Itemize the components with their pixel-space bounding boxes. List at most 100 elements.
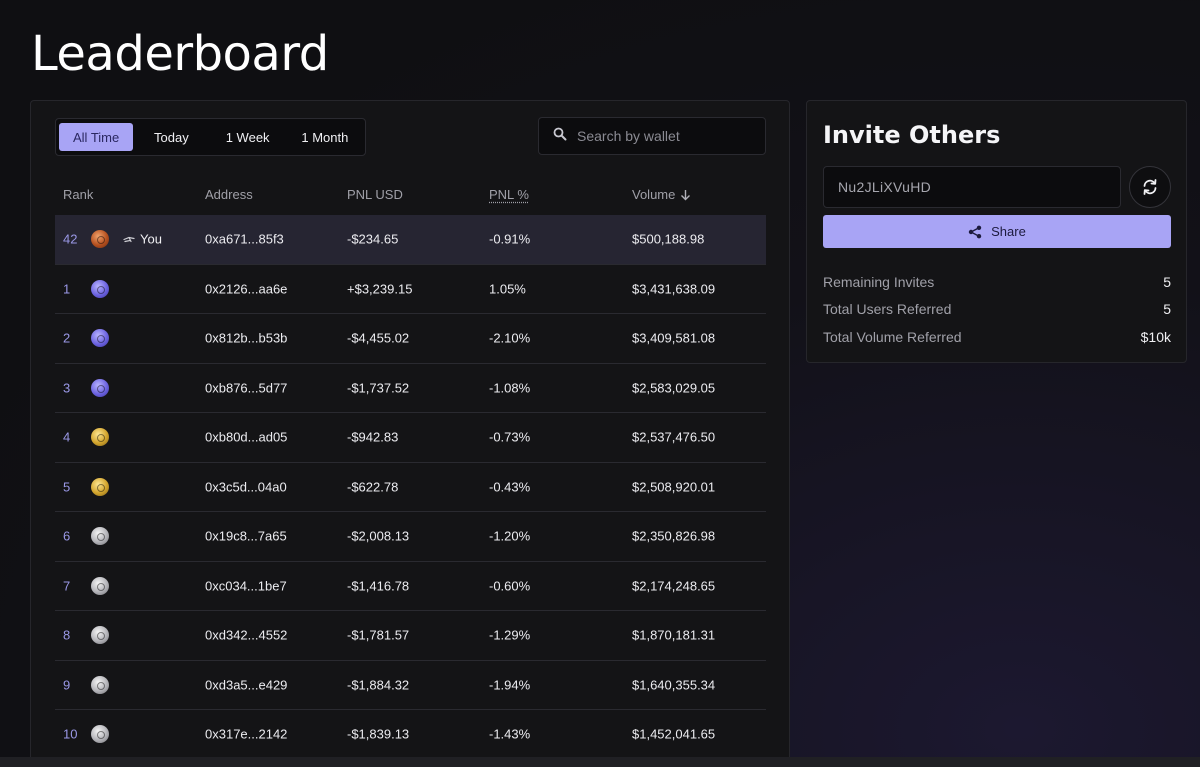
table-header: Rank Address PNL USD PNL % Volume	[55, 181, 766, 211]
rank-cell: 9	[63, 677, 71, 693]
table-row[interactable]: 5 0x3c5d...04a0 -$622.78 -0.43% $2,508,920.0…	[55, 463, 766, 512]
rank-cell: 8	[63, 627, 71, 643]
pnl-usd-cell: -$942.83	[347, 429, 399, 445]
rank-medal-icon	[91, 378, 109, 397]
table-row[interactable]: 9 0xd3a5...e429 -$1,884.32 -1.94% $1,640,355…	[55, 661, 766, 710]
rank-medal-icon	[91, 725, 109, 744]
address-cell[interactable]: 0x2126...aa6e	[205, 281, 287, 296]
volume-cell: $500,188.98	[632, 231, 705, 247]
wallet-search	[538, 117, 766, 155]
table-row[interactable]: 8 0xd342...4552 -$1,781.57 -1.29% $1,870,181…	[55, 611, 766, 661]
address-cell[interactable]: 0x317e...2142	[205, 727, 287, 742]
rank-medal-icon	[91, 626, 109, 645]
rank-cell: 10	[63, 726, 78, 742]
table-row[interactable]: 4 0xb80d...ad05 -$942.83 -0.73% $2,537,476.5…	[55, 413, 766, 463]
you-label: You	[140, 231, 162, 247]
invite-panel: Invite Others Nu2JLiXVuHD Share Remainin…	[806, 100, 1187, 363]
header-rank: Rank	[63, 187, 94, 202]
time-range-tabs: All Time Today 1 Week 1 Month	[55, 118, 366, 156]
pnl-pct-cell: -0.60%	[489, 578, 531, 594]
bottom-bar	[0, 757, 1200, 767]
pnl-pct-cell: -1.43%	[489, 726, 531, 742]
table-row[interactable]: 10 0x317e...2142 -$1,839.13 -1.43% $1,452,04…	[55, 710, 766, 760]
stat-label: Total Volume Referred	[823, 329, 962, 345]
stat-value: $10k	[1140, 329, 1171, 345]
tab-1-week[interactable]: 1 Week	[210, 123, 286, 151]
invite-title: Invite Others	[823, 121, 1001, 149]
tab-1-month[interactable]: 1 Month	[288, 123, 362, 151]
tab-all-time[interactable]: All Time	[59, 123, 134, 151]
stat-total-users-referred: Total Users Referred 5	[823, 301, 1171, 321]
tab-today[interactable]: Today	[135, 123, 207, 151]
pnl-pct-cell: -0.43%	[489, 479, 531, 495]
header-volume-sort[interactable]: Volume	[632, 187, 691, 202]
pnl-usd-cell: -$622.78	[347, 479, 399, 495]
volume-cell: $1,452,041.65	[632, 726, 716, 742]
share-label: Share	[991, 224, 1026, 239]
address-cell[interactable]: 0x19c8...7a65	[205, 529, 287, 544]
rank-cell: 6	[63, 528, 71, 544]
stat-value: 5	[1163, 274, 1171, 290]
volume-cell: $2,174,248.65	[632, 578, 716, 594]
pnl-usd-cell: -$1,416.78	[347, 578, 410, 594]
table-row[interactable]: 2 0x812b...b53b -$4,455.02 -2.10% $3,409,581…	[55, 314, 766, 364]
address-cell[interactable]: 0xc034...1be7	[205, 578, 287, 593]
address-cell[interactable]: 0xd3a5...e429	[205, 677, 287, 692]
rank-cell: 3	[63, 380, 71, 396]
rank-medal-icon	[91, 675, 109, 694]
share-icon	[968, 225, 982, 238]
pnl-pct-cell: 1.05%	[489, 281, 526, 297]
pnl-usd-cell: -$4,455.02	[347, 330, 410, 346]
pnl-usd-cell: -$1,884.32	[347, 677, 410, 693]
address-cell[interactable]: 0xb80d...ad05	[205, 430, 287, 445]
volume-cell: $2,350,826.98	[632, 528, 716, 544]
search-input[interactable]	[577, 128, 757, 144]
rank-medal-icon	[91, 230, 109, 249]
stat-remaining-invites: Remaining Invites 5	[823, 274, 1171, 294]
rank-cell: 2	[63, 330, 71, 346]
sort-arrow-down-icon	[681, 189, 691, 200]
header-pnl-usd[interactable]: PNL USD	[347, 187, 403, 202]
rank-cell: 4	[63, 429, 71, 445]
table-row[interactable]: 6 0x19c8...7a65 -$2,008.13 -1.20% $2,350,826…	[55, 512, 766, 562]
pnl-pct-cell: -1.29%	[489, 627, 531, 643]
table-row[interactable]: 3 0xb876...5d77 -$1,737.52 -1.08% $2,583,029…	[55, 364, 766, 413]
address-cell[interactable]: 0xd342...4552	[205, 628, 287, 643]
address-cell[interactable]: 0x3c5d...04a0	[205, 479, 287, 494]
leaderboard-rows: 42 You 0xa671...85f3 -$234.65 -0.91% $500,18…	[55, 215, 766, 760]
table-row[interactable]: 7 0xc034...1be7 -$1,416.78 -0.60% $2,174,248…	[55, 562, 766, 611]
invite-code-field[interactable]: Nu2JLiXVuHD	[823, 166, 1121, 208]
stat-total-volume-referred: Total Volume Referred $10k	[823, 329, 1171, 349]
header-address: Address	[205, 187, 253, 202]
rank-medal-icon	[91, 576, 109, 595]
pnl-usd-cell: -$1,737.52	[347, 380, 410, 396]
volume-cell: $2,583,029.05	[632, 380, 716, 396]
volume-cell: $3,409,581.08	[632, 330, 716, 346]
table-row-you[interactable]: 42 You 0xa671...85f3 -$234.65 -0.91% $500,18…	[55, 215, 766, 265]
pnl-pct-cell: -0.73%	[489, 429, 531, 445]
rank-cell: 1	[63, 281, 71, 297]
address-cell[interactable]: 0xb876...5d77	[205, 380, 287, 395]
pnl-usd-cell: -$1,839.13	[347, 726, 410, 742]
stat-label: Remaining Invites	[823, 274, 935, 290]
share-button[interactable]: Share	[823, 215, 1171, 248]
stat-value: 5	[1163, 301, 1171, 317]
pnl-pct-cell: -2.10%	[489, 330, 531, 346]
rank-cell: 42	[63, 231, 78, 247]
volume-cell: $1,640,355.34	[632, 677, 716, 693]
header-volume: Volume	[632, 187, 676, 202]
stat-label: Total Users Referred	[823, 301, 952, 317]
rank-medal-icon	[91, 279, 109, 298]
refresh-code-button[interactable]	[1129, 166, 1171, 208]
volume-cell: $2,508,920.01	[632, 479, 716, 495]
rank-medal-icon	[91, 477, 109, 496]
address-cell[interactable]: 0xa671...85f3	[205, 232, 284, 247]
you-tag: You	[123, 232, 162, 247]
table-row[interactable]: 1 0x2126...aa6e +$3,239.15 1.05% $3,431,638.…	[55, 265, 766, 314]
volume-cell: $3,431,638.09	[632, 281, 716, 297]
volume-cell: $1,870,181.31	[632, 627, 716, 643]
header-pnl-pct[interactable]: PNL %	[489, 187, 529, 202]
pnl-usd-cell: -$234.65	[347, 231, 399, 247]
address-cell[interactable]: 0x812b...b53b	[205, 331, 287, 346]
wave-icon	[123, 236, 135, 242]
